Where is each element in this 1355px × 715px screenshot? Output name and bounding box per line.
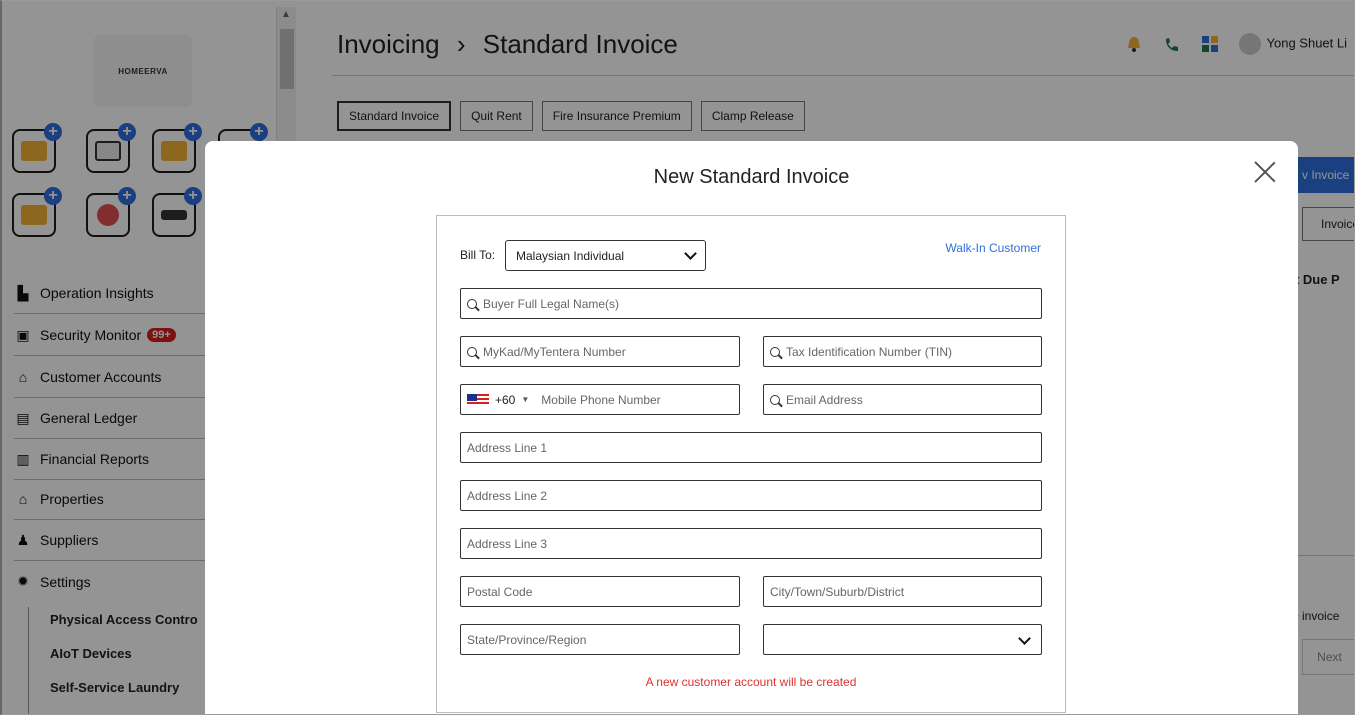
- customer-form: Bill To: Malaysian Individual Walk-In Cu…: [436, 215, 1066, 713]
- mobile-phone-input[interactable]: +60 ▼ Mobile Phone Number: [460, 384, 740, 415]
- chevron-down-icon: [1018, 632, 1031, 645]
- search-icon: [467, 346, 477, 357]
- caret-down-icon[interactable]: ▼: [521, 395, 529, 404]
- address-line-1-input[interactable]: Address Line 1: [460, 432, 1042, 463]
- modal-title: New Standard Invoice: [653, 166, 850, 188]
- mykad-input[interactable]: MyKad/MyTentera Number: [460, 336, 740, 367]
- country-select[interactable]: [763, 624, 1042, 655]
- search-icon: [770, 394, 780, 405]
- search-icon: [770, 346, 780, 357]
- address-line-3-input[interactable]: Address Line 3: [460, 528, 1042, 559]
- bill-to-label: Bill To:: [460, 248, 496, 262]
- email-input[interactable]: Email Address: [763, 384, 1042, 415]
- state-input[interactable]: State/Province/Region: [460, 624, 740, 655]
- malaysia-flag-icon[interactable]: [467, 394, 489, 405]
- bill-to-select[interactable]: Malaysian Individual: [505, 240, 706, 271]
- app-window: HOMEERVA + + + + + + + ▙ Operation Insigh…: [0, 0, 1355, 715]
- new-invoice-modal: New Standard Invoice Bill To: Malaysian …: [205, 141, 1298, 714]
- address-line-2-input[interactable]: Address Line 2: [460, 480, 1042, 511]
- search-icon: [467, 298, 477, 309]
- country-code[interactable]: +60: [495, 393, 515, 407]
- buyer-name-input[interactable]: Buyer Full Legal Name(s): [460, 288, 1042, 319]
- tin-input[interactable]: Tax Identification Number (TIN): [763, 336, 1042, 367]
- tin-placeholder: Tax Identification Number (TIN): [786, 344, 953, 359]
- mobile-placeholder: Mobile Phone Number: [541, 392, 661, 407]
- city-input[interactable]: City/Town/Suburb/District: [763, 576, 1042, 607]
- bill-to-value: Malaysian Individual: [516, 248, 625, 263]
- email-placeholder: Email Address: [786, 392, 863, 407]
- postal-code-input[interactable]: Postal Code: [460, 576, 740, 607]
- walk-in-customer-link[interactable]: Walk-In Customer: [945, 241, 1041, 255]
- chevron-down-icon: [684, 247, 697, 260]
- mykad-placeholder: MyKad/MyTentera Number: [483, 344, 626, 359]
- new-account-warning: A new customer account will be created: [645, 675, 857, 689]
- buyer-name-placeholder: Buyer Full Legal Name(s): [483, 296, 620, 311]
- close-icon[interactable]: [1254, 161, 1276, 183]
